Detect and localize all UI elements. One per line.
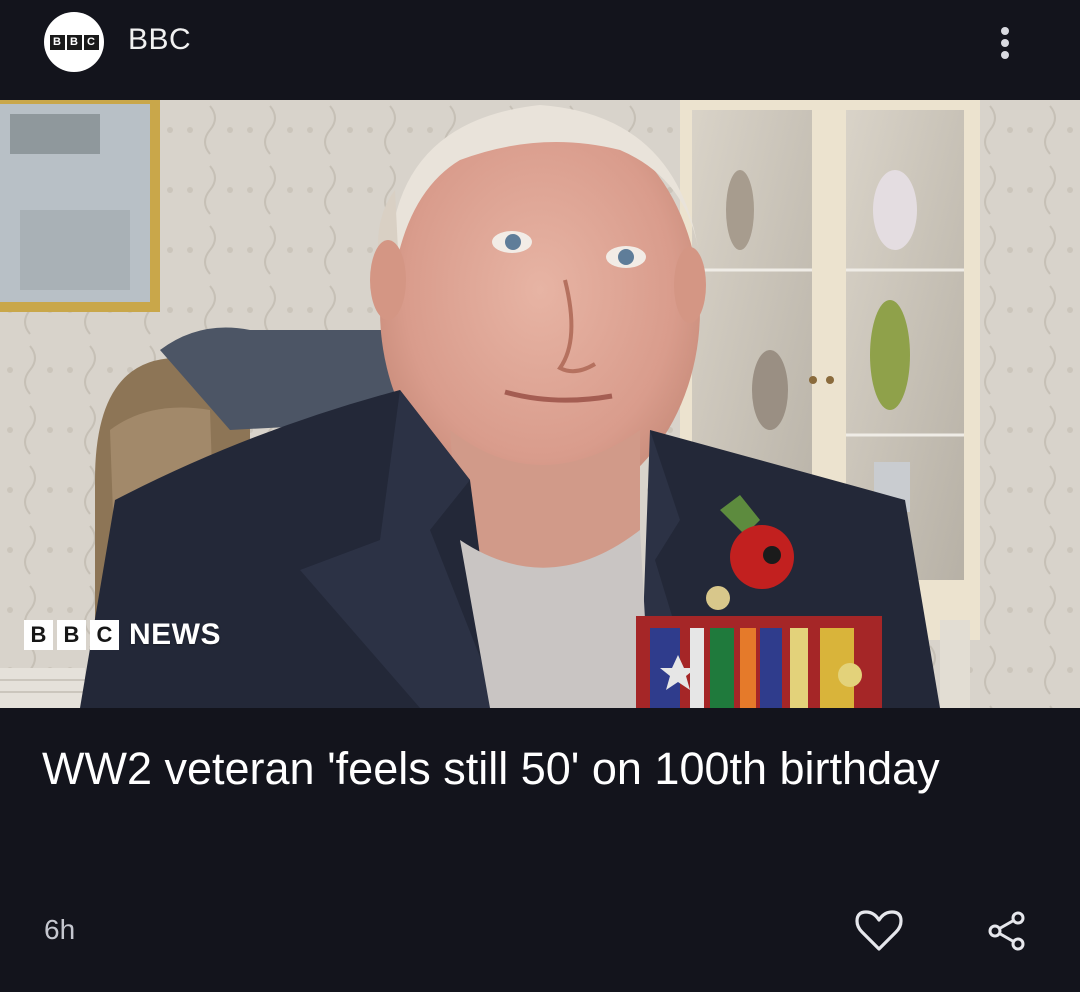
watermark-news-text: NEWS: [129, 618, 221, 651]
veteran-photo: [0, 100, 1080, 708]
bbc-logo-blocks: B B C: [49, 34, 99, 50]
like-button[interactable]: [852, 904, 906, 958]
heart-outline-icon: [855, 910, 903, 951]
source-name[interactable]: BBC: [128, 22, 191, 58]
watermark-letter-b2: B: [57, 620, 86, 650]
news-card[interactable]: B B C BBC B B C NEWS WW2 veteran 'feels …: [0, 0, 1080, 992]
article-headline[interactable]: WW2 veteran 'feels still 50' on 100th bi…: [42, 738, 1032, 799]
card-header: B B C BBC: [0, 0, 1080, 100]
more-vert-icon: [1001, 27, 1009, 59]
watermark-letter-c: C: [90, 620, 119, 650]
more-options-button[interactable]: [982, 20, 1028, 66]
watermark-letter-b1: B: [24, 620, 53, 650]
share-button[interactable]: [980, 904, 1034, 958]
share-icon: [988, 911, 1025, 951]
logo-letter-c: C: [83, 34, 99, 50]
article-image[interactable]: B B C NEWS: [0, 100, 1080, 708]
logo-letter-b2: B: [66, 34, 82, 50]
bbc-logo[interactable]: B B C: [44, 12, 104, 72]
bbc-news-watermark: B B C NEWS: [24, 618, 221, 652]
published-time: 6h: [44, 914, 76, 945]
logo-letter-b1: B: [49, 34, 65, 50]
